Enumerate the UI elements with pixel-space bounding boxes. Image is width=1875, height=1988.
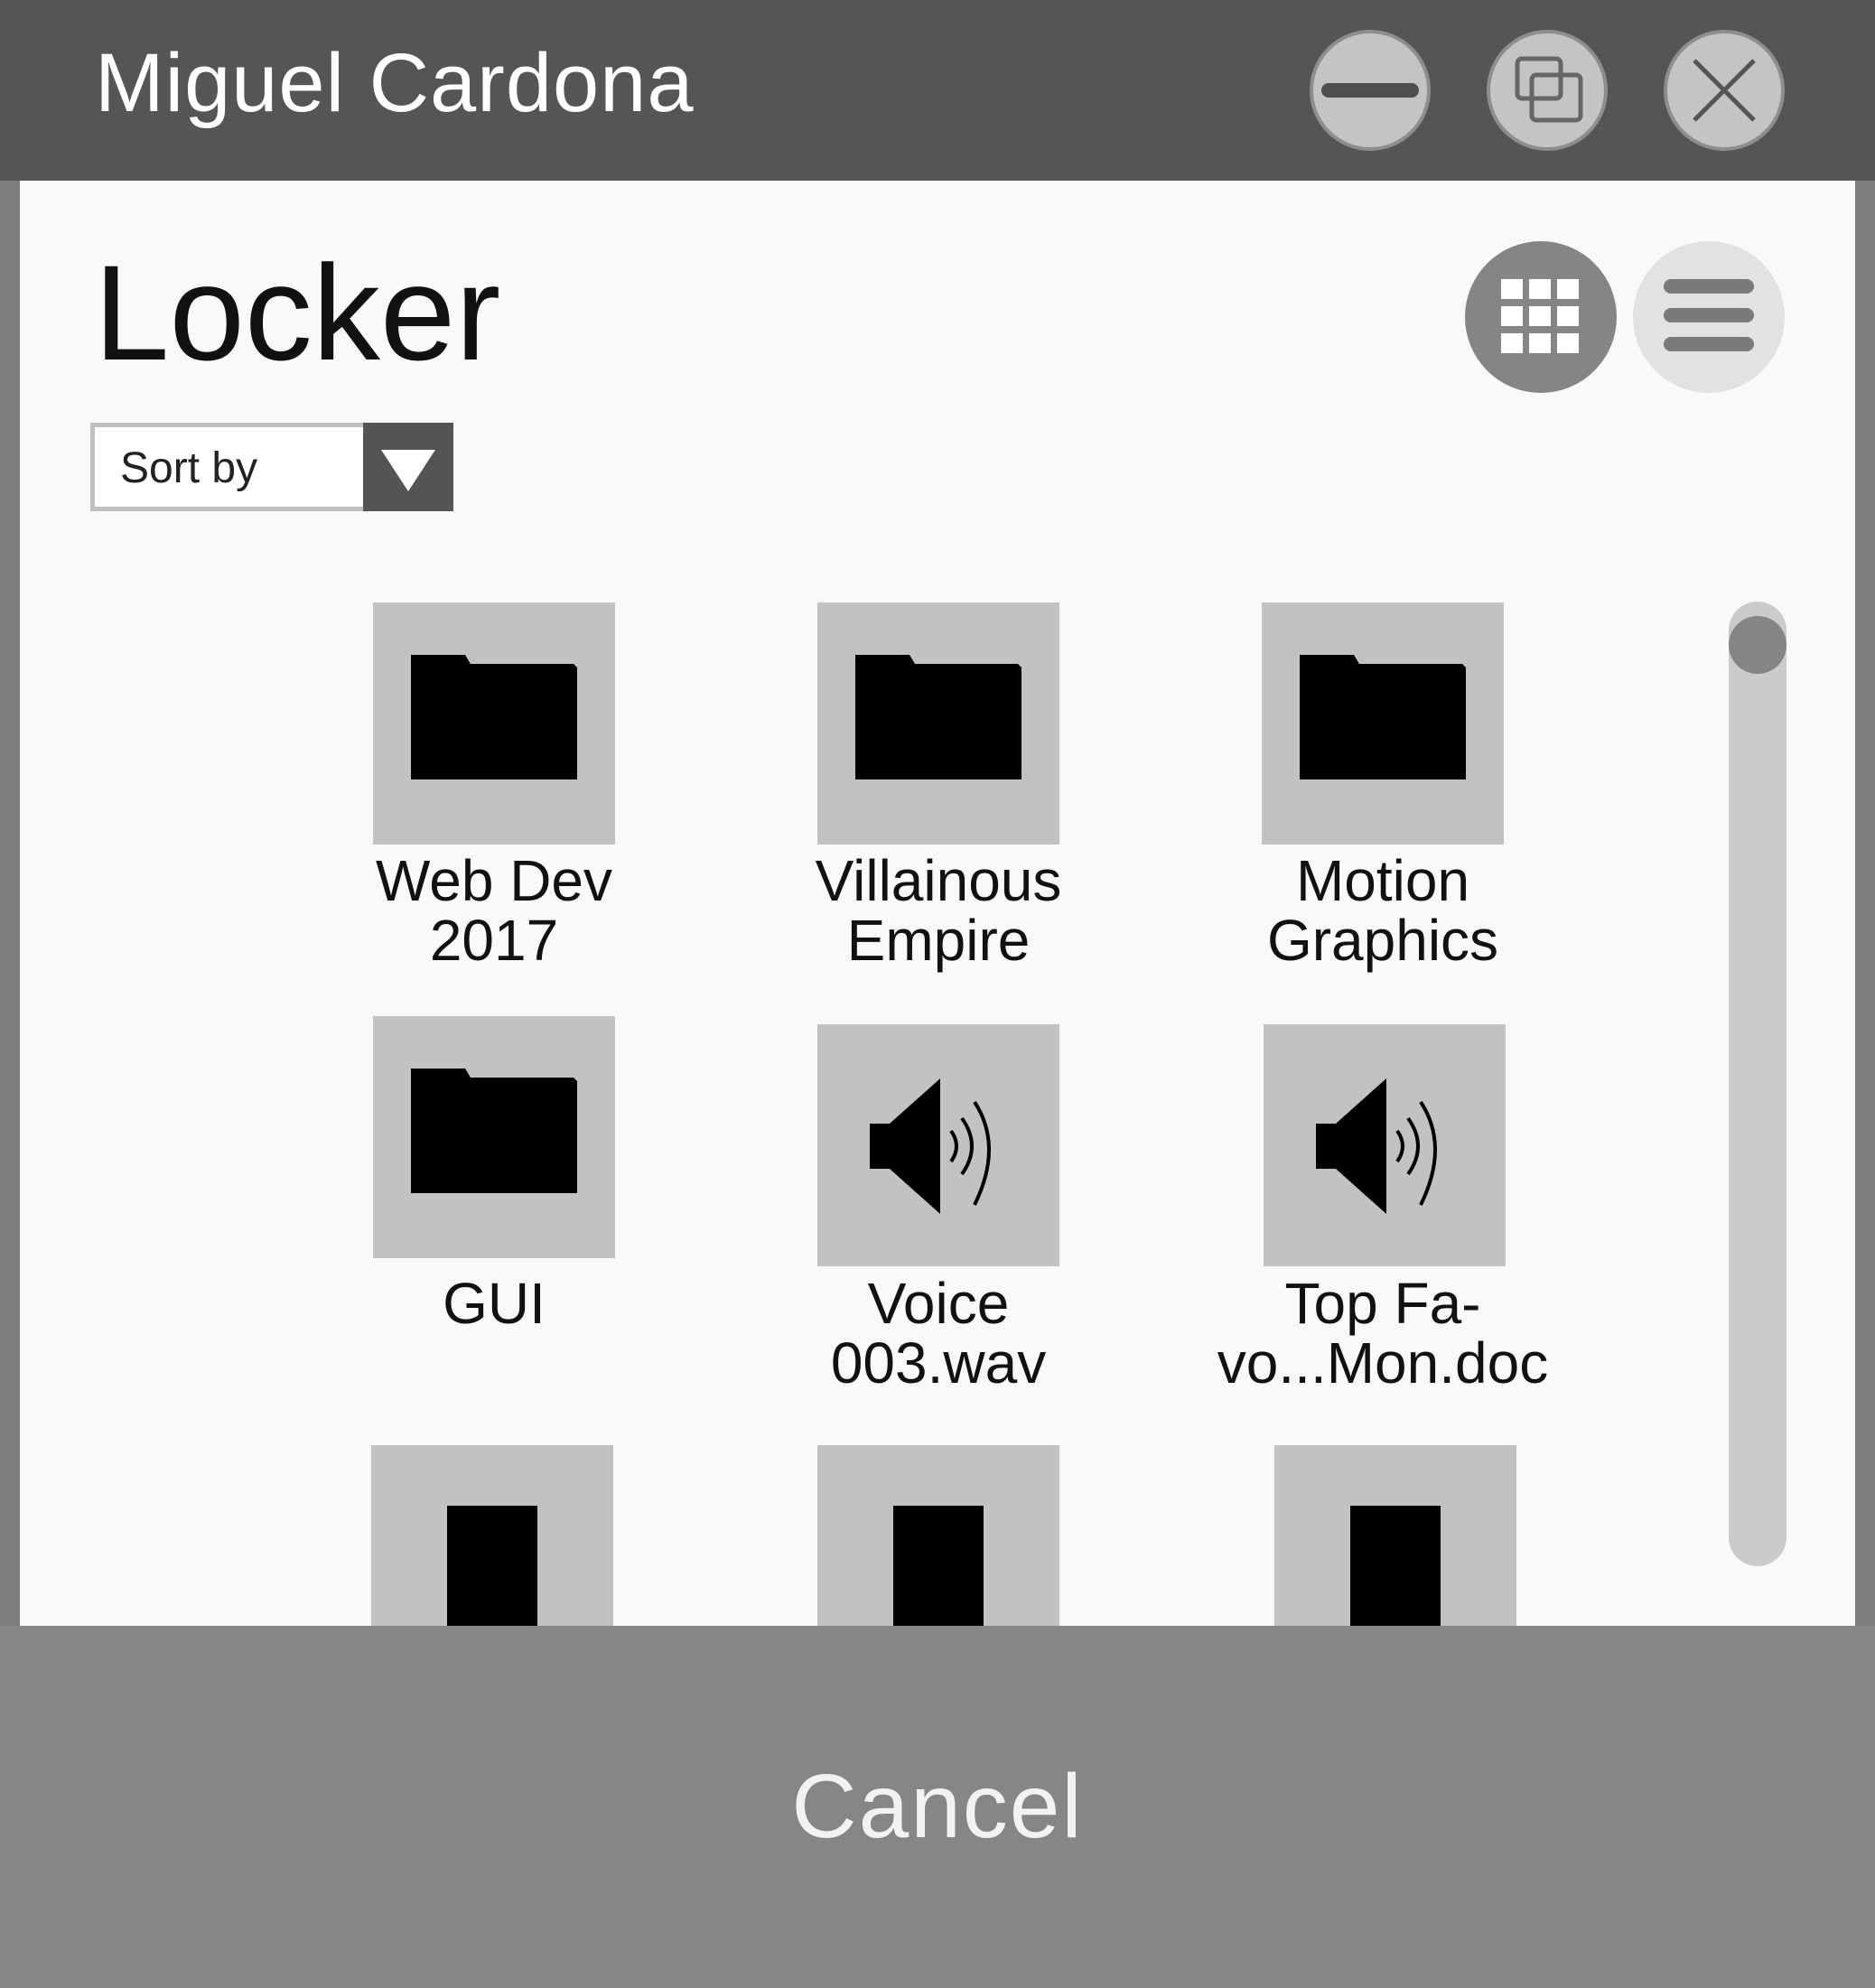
window-title: Miguel Cardona	[95, 37, 695, 129]
folder-tile[interactable]	[1262, 602, 1504, 845]
list-view-icon	[1664, 279, 1754, 351]
audio-file-tile[interactable]	[817, 1024, 1059, 1266]
item-name: Web Dev 2017	[375, 848, 613, 973]
folder-icon	[411, 655, 577, 779]
file-icon	[447, 1506, 537, 1626]
folder-icon	[855, 655, 1021, 779]
close-icon	[1693, 59, 1756, 122]
list-view-button[interactable]	[1633, 241, 1785, 393]
speaker-icon	[870, 1078, 991, 1214]
title-bar: Miguel Cardona	[0, 0, 1875, 181]
item-name: Top Fa-vo...Mon.doc	[1217, 1271, 1549, 1395]
minimize-button[interactable]	[1310, 30, 1431, 151]
dropdown-toggle[interactable]	[363, 423, 453, 511]
scrollbar-track[interactable]	[1729, 602, 1786, 1566]
folder-tile[interactable]	[373, 602, 615, 845]
item-name: GUI	[443, 1271, 546, 1336]
window-frame-left	[0, 181, 20, 1626]
folder-tile[interactable]	[817, 602, 1059, 845]
minimize-icon	[1321, 83, 1419, 98]
file-tile[interactable]	[1274, 1445, 1516, 1626]
locker-panel: Locker Sort by Web Dev 2017 Villainous E…	[20, 181, 1855, 1626]
item-name: Villainous Empire	[815, 848, 1062, 973]
file-icon	[1350, 1506, 1441, 1626]
scrollbar-thumb[interactable]	[1729, 616, 1786, 674]
folder-tile[interactable]	[373, 1016, 615, 1258]
close-button[interactable]	[1664, 30, 1785, 151]
grid-view-button[interactable]	[1465, 241, 1617, 393]
restore-icon	[1515, 56, 1583, 123]
item-name: Voice 003.wav	[830, 1271, 1047, 1395]
grid-view-icon	[1501, 279, 1579, 353]
chevron-down-icon	[381, 450, 435, 491]
sort-dropdown[interactable]: Sort by	[90, 423, 453, 511]
page-title: Locker	[94, 237, 501, 388]
window-frame-right	[1855, 181, 1875, 1626]
audio-file-tile[interactable]	[1264, 1024, 1506, 1266]
cancel-label: Cancel	[791, 1756, 1084, 1857]
restore-button[interactable]	[1487, 30, 1608, 151]
speaker-icon	[1316, 1078, 1437, 1214]
folder-icon	[411, 1069, 577, 1193]
file-tile[interactable]	[371, 1445, 613, 1626]
folder-icon	[1300, 655, 1466, 779]
file-tile[interactable]	[817, 1445, 1059, 1626]
sort-label: Sort by	[120, 444, 258, 492]
item-name: Motion Graphics	[1266, 848, 1499, 973]
file-icon	[893, 1506, 984, 1626]
footer-bar: Cancel	[0, 1626, 1875, 1988]
cancel-button[interactable]: Cancel	[0, 1626, 1875, 1988]
